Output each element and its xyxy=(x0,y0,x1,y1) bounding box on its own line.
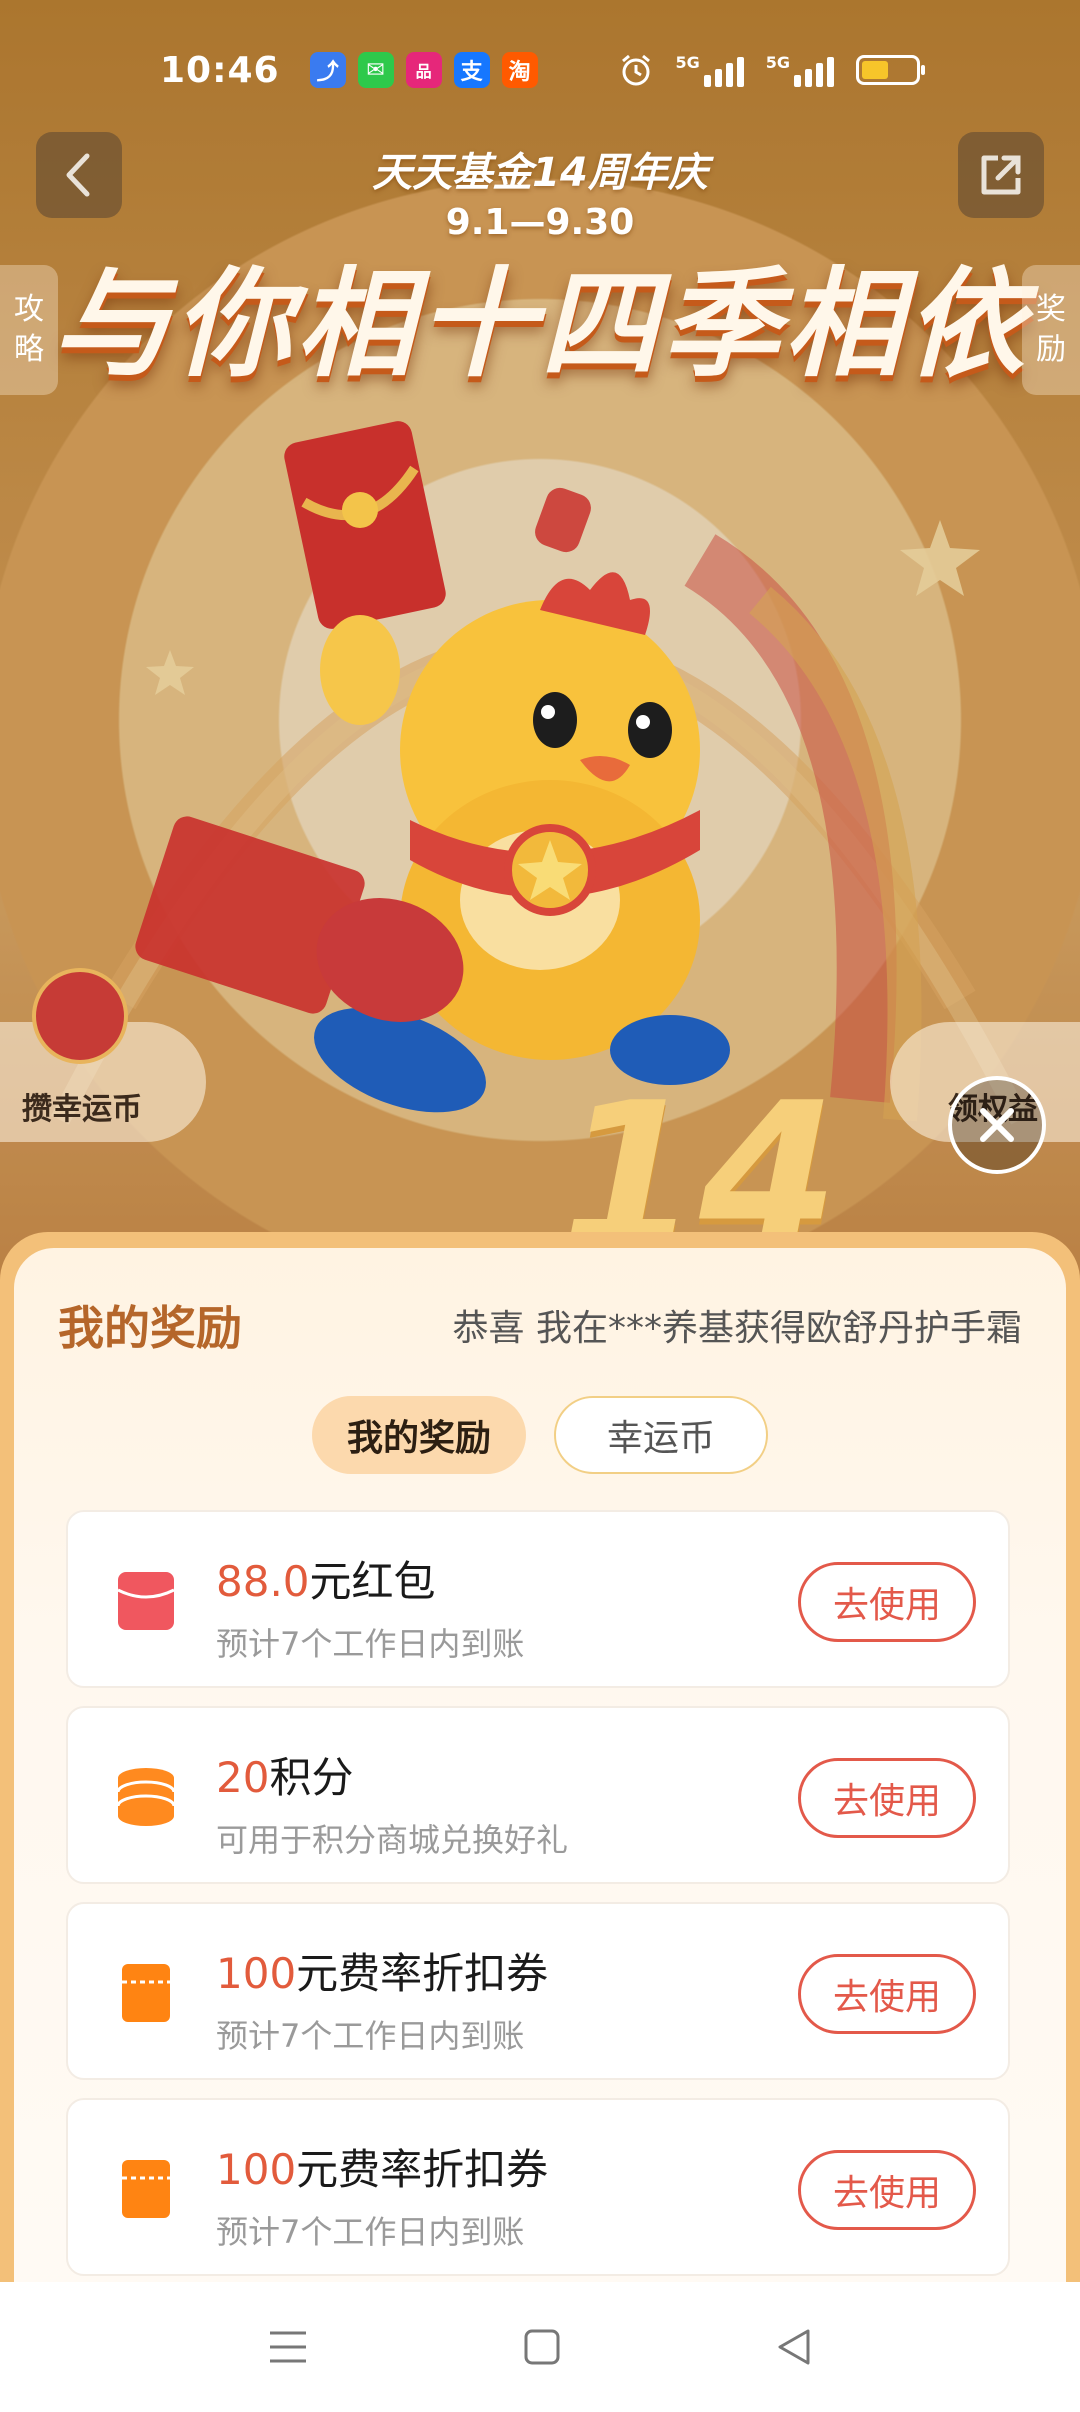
status-right: 5G 5G xyxy=(619,53,925,87)
close-icon xyxy=(980,1108,1014,1142)
reward-unit: 元红包 xyxy=(309,1557,436,1606)
back-triangle-icon[interactable] xyxy=(774,2327,814,2367)
reward-text: 88.0元红包 预计7个工作日内到账 xyxy=(216,1548,524,1665)
status-bar: 10:46 ⤴ ✉ 品 支 淘 5G 5G xyxy=(0,40,1080,100)
reward-unit: 元费率折扣券 xyxy=(296,1949,549,1998)
collect-lucky-coins-label: 攒幸运币 xyxy=(22,1092,142,1127)
reward-tab-char2: 励 xyxy=(1036,332,1066,367)
reward-amount: 100 xyxy=(216,1949,297,1998)
reward-text: 100元费率折扣券 预计7个工作日内到账 xyxy=(216,2136,548,2253)
shopping-app-icon: 品 xyxy=(405,52,442,88)
reward-unit: 积分 xyxy=(269,1753,354,1802)
reward-title: 100元费率折扣券 xyxy=(216,2136,548,2197)
reward-amount: 88.0 xyxy=(216,1557,310,1606)
reward-tabs: 我的奖励 幸运币 xyxy=(14,1396,1066,1474)
reward-title: 100元费率折扣券 xyxy=(216,1940,548,2001)
maps-app-icon: ⤴ xyxy=(309,52,346,88)
reward-item: 100元费率折扣券 预计7个工作日内到账 去使用 xyxy=(66,1902,1010,2080)
close-button[interactable] xyxy=(948,1076,1046,1174)
use-button[interactable]: 去使用 xyxy=(798,1758,976,1838)
status-time: 10:46 xyxy=(160,49,280,91)
reward-desc: 可用于积分商城兑换好礼 xyxy=(216,1821,569,1859)
reward-amount: 100 xyxy=(216,2145,297,2194)
reward-list: 88.0元红包 预计7个工作日内到账 去使用 20积分 可用于积分商城兑换好礼 … xyxy=(66,1510,1010,2282)
strategy-tab[interactable]: 攻 略 xyxy=(0,265,58,395)
lucky-bag-icon xyxy=(32,968,128,1064)
share-button[interactable] xyxy=(958,132,1044,218)
sheet-title: 我的奖励 xyxy=(58,1301,242,1355)
chevron-left-icon xyxy=(66,153,90,197)
reward-desc: 预计7个工作日内到账 xyxy=(216,2017,525,2055)
reward-tab-char1: 奖 xyxy=(1036,292,1066,327)
alipay-app-icon: 支 xyxy=(453,52,490,88)
collect-lucky-coins-button[interactable]: 攒幸运币 xyxy=(0,968,206,1142)
home-icon[interactable] xyxy=(522,2327,562,2367)
coins-icon xyxy=(116,1768,176,1826)
reward-item: 20积分 可用于积分商城兑换好礼 去使用 xyxy=(66,1706,1010,1884)
reward-text: 100元费率折扣券 预计7个工作日内到账 xyxy=(216,1940,548,2057)
reward-unit: 元费率折扣券 xyxy=(296,2145,549,2194)
strategy-tab-char2: 略 xyxy=(14,332,44,367)
tab-lucky-coins[interactable]: 幸运币 xyxy=(554,1396,768,1474)
network-type-2: 5G xyxy=(765,53,790,72)
share-icon xyxy=(981,155,1021,195)
reward-text: 20积分 可用于积分商城兑换好礼 xyxy=(216,1744,568,1861)
back-button[interactable] xyxy=(36,132,122,218)
alarm-icon xyxy=(622,54,651,86)
battery-icon xyxy=(856,55,925,85)
reward-title: 88.0元红包 xyxy=(216,1548,524,1609)
winner-marquee: 恭喜 我在***养基获得欧舒丹护手霜 xyxy=(452,1308,1022,1349)
event-headline: 与你相十四季相依 xyxy=(51,255,1028,393)
red-packet-icon xyxy=(117,1572,175,1630)
app-screen: 10:46 ⤴ ✉ 品 支 淘 5G 5G 攻 略 奖 励 天天基金14周年庆 … xyxy=(0,0,1080,2412)
reward-desc: 预计7个工作日内到账 xyxy=(216,1625,525,1663)
messages-app-icon: ✉ xyxy=(357,52,394,88)
use-button[interactable]: 去使用 xyxy=(798,2150,976,2230)
strategy-tab-char1: 攻 xyxy=(14,292,44,327)
signal-1-icon: 5G xyxy=(675,53,744,87)
use-button[interactable]: 去使用 xyxy=(798,1954,976,2034)
system-nav-bar xyxy=(0,2282,1080,2412)
reward-tab[interactable]: 奖 励 xyxy=(1022,265,1080,395)
reward-item: 100元费率折扣券 预计7个工作日内到账 去使用 xyxy=(66,2098,1010,2276)
reward-desc: 预计7个工作日内到账 xyxy=(216,2213,525,2251)
menu-icon[interactable] xyxy=(266,2327,310,2367)
reward-item: 88.0元红包 预计7个工作日内到账 去使用 xyxy=(66,1510,1010,1688)
coupon-icon xyxy=(122,1964,170,2022)
sheet-header: 我的奖励 恭喜 我在***养基获得欧舒丹护手霜 xyxy=(58,1292,1022,1358)
coupon-icon xyxy=(122,2160,170,2218)
use-button[interactable]: 去使用 xyxy=(798,1562,976,1642)
chick-mascot-illustration xyxy=(284,421,730,1113)
notification-apps: ⤴ ✉ 品 支 淘 xyxy=(309,52,538,88)
reward-amount: 20 xyxy=(216,1753,270,1802)
rewards-sheet-body: 我的奖励 恭喜 我在***养基获得欧舒丹护手霜 我的奖励 幸运币 88.0元红包… xyxy=(14,1248,1066,2282)
reward-title: 20积分 xyxy=(216,1744,568,1805)
network-type-1: 5G xyxy=(675,53,700,72)
rewards-sheet: 我的奖励 恭喜 我在***养基获得欧舒丹护手霜 我的奖励 幸运币 88.0元红包… xyxy=(0,1232,1080,2282)
signal-2-icon: 5G xyxy=(766,53,834,87)
taobao-app-icon: 淘 xyxy=(501,52,538,88)
anniversary-title: 天天基金14周年庆 xyxy=(372,150,708,196)
tab-my-rewards[interactable]: 我的奖励 xyxy=(312,1396,526,1474)
